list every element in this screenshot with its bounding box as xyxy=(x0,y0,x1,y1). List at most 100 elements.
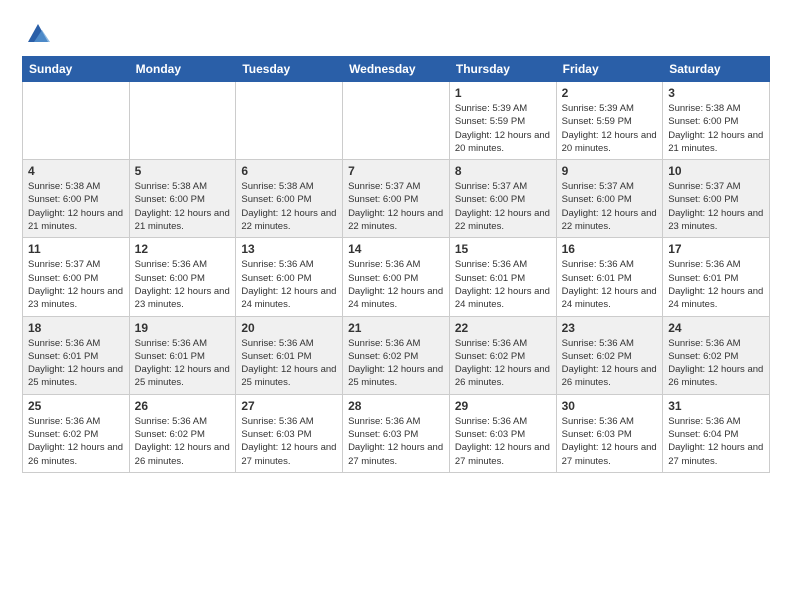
day-number: 3 xyxy=(668,86,764,100)
day-content: Sunrise: 5:36 AM Sunset: 6:03 PM Dayligh… xyxy=(241,415,337,468)
logo xyxy=(22,18,52,46)
day-number: 6 xyxy=(241,164,337,178)
day-number: 25 xyxy=(28,399,124,413)
day-content: Sunrise: 5:38 AM Sunset: 6:00 PM Dayligh… xyxy=(668,102,764,155)
day-number: 20 xyxy=(241,321,337,335)
day-number: 1 xyxy=(455,86,551,100)
calendar-cell: 25 Sunrise: 5:36 AM Sunset: 6:02 PM Dayli… xyxy=(23,394,130,472)
day-number: 18 xyxy=(28,321,124,335)
calendar-cell: 8 Sunrise: 5:37 AM Sunset: 6:00 PM Daylig… xyxy=(449,160,556,238)
day-content: Sunrise: 5:38 AM Sunset: 6:00 PM Dayligh… xyxy=(135,180,231,233)
calendar-header-thursday: Thursday xyxy=(449,57,556,82)
day-number: 17 xyxy=(668,242,764,256)
calendar-header-sunday: Sunday xyxy=(23,57,130,82)
calendar-cell: 7 Sunrise: 5:37 AM Sunset: 6:00 PM Daylig… xyxy=(343,160,450,238)
day-content: Sunrise: 5:36 AM Sunset: 6:01 PM Dayligh… xyxy=(241,337,337,390)
calendar-cell: 24 Sunrise: 5:36 AM Sunset: 6:02 PM Dayli… xyxy=(663,316,770,394)
day-content: Sunrise: 5:36 AM Sunset: 6:03 PM Dayligh… xyxy=(455,415,551,468)
page: SundayMondayTuesdayWednesdayThursdayFrid… xyxy=(0,0,792,491)
day-number: 22 xyxy=(455,321,551,335)
day-content: Sunrise: 5:36 AM Sunset: 6:01 PM Dayligh… xyxy=(28,337,124,390)
calendar-header-tuesday: Tuesday xyxy=(236,57,343,82)
calendar-cell: 26 Sunrise: 5:36 AM Sunset: 6:02 PM Dayli… xyxy=(129,394,236,472)
calendar-cell: 5 Sunrise: 5:38 AM Sunset: 6:00 PM Daylig… xyxy=(129,160,236,238)
calendar-cell: 12 Sunrise: 5:36 AM Sunset: 6:00 PM Dayli… xyxy=(129,238,236,316)
day-number: 28 xyxy=(348,399,444,413)
day-content: Sunrise: 5:36 AM Sunset: 6:00 PM Dayligh… xyxy=(241,258,337,311)
calendar-week-3: 11 Sunrise: 5:37 AM Sunset: 6:00 PM Dayli… xyxy=(23,238,770,316)
day-number: 7 xyxy=(348,164,444,178)
day-content: Sunrise: 5:36 AM Sunset: 6:02 PM Dayligh… xyxy=(28,415,124,468)
calendar-header-friday: Friday xyxy=(556,57,663,82)
calendar-cell: 10Sunrise: 5:37 AM Sunset: 6:00 PM Dayli… xyxy=(663,160,770,238)
day-number: 8 xyxy=(455,164,551,178)
day-number: 29 xyxy=(455,399,551,413)
day-number: 26 xyxy=(135,399,231,413)
day-number: 21 xyxy=(348,321,444,335)
day-content: Sunrise: 5:37 AM Sunset: 6:00 PM Dayligh… xyxy=(28,258,124,311)
day-number: 27 xyxy=(241,399,337,413)
calendar-cell: 9 Sunrise: 5:37 AM Sunset: 6:00 PM Daylig… xyxy=(556,160,663,238)
calendar-cell: 11 Sunrise: 5:37 AM Sunset: 6:00 PM Dayli… xyxy=(23,238,130,316)
calendar-cell xyxy=(23,82,130,160)
day-number: 11 xyxy=(28,242,124,256)
day-content: Sunrise: 5:37 AM Sunset: 6:00 PM Dayligh… xyxy=(348,180,444,233)
logo-icon xyxy=(24,18,52,46)
day-content: Sunrise: 5:36 AM Sunset: 6:02 PM Dayligh… xyxy=(668,337,764,390)
calendar-cell: 28 Sunrise: 5:36 AM Sunset: 6:03 PM Dayli… xyxy=(343,394,450,472)
day-content: Sunrise: 5:36 AM Sunset: 6:04 PM Dayligh… xyxy=(668,415,764,468)
day-number: 31 xyxy=(668,399,764,413)
day-content: Sunrise: 5:37 AM Sunset: 6:00 PM Dayligh… xyxy=(455,180,551,233)
day-content: Sunrise: 5:37 AM Sunset: 6:00 PM Dayligh… xyxy=(562,180,658,233)
calendar-cell xyxy=(343,82,450,160)
calendar-cell: 1Sunrise: 5:39 AM Sunset: 5:59 PM Daylig… xyxy=(449,82,556,160)
calendar-week-2: 4Sunrise: 5:38 AM Sunset: 6:00 PM Daylig… xyxy=(23,160,770,238)
day-content: Sunrise: 5:36 AM Sunset: 6:00 PM Dayligh… xyxy=(348,258,444,311)
calendar-cell xyxy=(236,82,343,160)
calendar-week-5: 25 Sunrise: 5:36 AM Sunset: 6:02 PM Dayli… xyxy=(23,394,770,472)
day-content: Sunrise: 5:36 AM Sunset: 6:01 PM Dayligh… xyxy=(135,337,231,390)
calendar-cell: 17Sunrise: 5:36 AM Sunset: 6:01 PM Dayli… xyxy=(663,238,770,316)
day-content: Sunrise: 5:39 AM Sunset: 5:59 PM Dayligh… xyxy=(562,102,658,155)
day-number: 10 xyxy=(668,164,764,178)
calendar-cell: 15Sunrise: 5:36 AM Sunset: 6:01 PM Dayli… xyxy=(449,238,556,316)
calendar-cell: 2 Sunrise: 5:39 AM Sunset: 5:59 PM Daylig… xyxy=(556,82,663,160)
calendar-week-4: 18 Sunrise: 5:36 AM Sunset: 6:01 PM Dayli… xyxy=(23,316,770,394)
day-content: Sunrise: 5:38 AM Sunset: 6:00 PM Dayligh… xyxy=(241,180,337,233)
day-content: Sunrise: 5:36 AM Sunset: 6:01 PM Dayligh… xyxy=(455,258,551,311)
calendar-cell: 22Sunrise: 5:36 AM Sunset: 6:02 PM Dayli… xyxy=(449,316,556,394)
calendar-header-monday: Monday xyxy=(129,57,236,82)
day-content: Sunrise: 5:36 AM Sunset: 6:02 PM Dayligh… xyxy=(135,415,231,468)
calendar-cell: 18 Sunrise: 5:36 AM Sunset: 6:01 PM Dayli… xyxy=(23,316,130,394)
calendar-cell: 31 Sunrise: 5:36 AM Sunset: 6:04 PM Dayli… xyxy=(663,394,770,472)
calendar-cell: 13 Sunrise: 5:36 AM Sunset: 6:00 PM Dayli… xyxy=(236,238,343,316)
calendar-cell: 30Sunrise: 5:36 AM Sunset: 6:03 PM Dayli… xyxy=(556,394,663,472)
day-content: Sunrise: 5:36 AM Sunset: 6:01 PM Dayligh… xyxy=(562,258,658,311)
day-number: 16 xyxy=(562,242,658,256)
header xyxy=(22,18,770,46)
calendar-cell: 16 Sunrise: 5:36 AM Sunset: 6:01 PM Dayli… xyxy=(556,238,663,316)
calendar-week-1: 1 Sunrise: 5:39 AM Sunset: 5:59 PM Daylig… xyxy=(23,82,770,160)
day-number: 19 xyxy=(135,321,231,335)
calendar-cell: 29 Sunrise: 5:36 AM Sunset: 6:03 PM Dayli… xyxy=(449,394,556,472)
day-number: 2 xyxy=(562,86,658,100)
day-number: 5 xyxy=(135,164,231,178)
day-number: 14 xyxy=(348,242,444,256)
calendar-cell: 4Sunrise: 5:38 AM Sunset: 6:00 PM Daylig… xyxy=(23,160,130,238)
day-content: Sunrise: 5:36 AM Sunset: 6:00 PM Dayligh… xyxy=(135,258,231,311)
day-number: 13 xyxy=(241,242,337,256)
day-content: Sunrise: 5:38 AM Sunset: 6:00 PM Dayligh… xyxy=(28,180,124,233)
calendar-cell: 20 Sunrise: 5:36 AM Sunset: 6:01 PM Dayli… xyxy=(236,316,343,394)
day-content: Sunrise: 5:36 AM Sunset: 6:02 PM Dayligh… xyxy=(562,337,658,390)
calendar-cell: 3 Sunrise: 5:38 AM Sunset: 6:00 PM Daylig… xyxy=(663,82,770,160)
day-content: Sunrise: 5:36 AM Sunset: 6:03 PM Dayligh… xyxy=(562,415,658,468)
calendar-cell: 21 Sunrise: 5:36 AM Sunset: 6:02 PM Dayli… xyxy=(343,316,450,394)
day-content: Sunrise: 5:36 AM Sunset: 6:03 PM Dayligh… xyxy=(348,415,444,468)
day-number: 12 xyxy=(135,242,231,256)
day-content: Sunrise: 5:36 AM Sunset: 6:02 PM Dayligh… xyxy=(348,337,444,390)
calendar-header-wednesday: Wednesday xyxy=(343,57,450,82)
calendar-table: SundayMondayTuesdayWednesdayThursdayFrid… xyxy=(22,56,770,473)
day-number: 9 xyxy=(562,164,658,178)
day-number: 24 xyxy=(668,321,764,335)
calendar-header-row: SundayMondayTuesdayWednesdayThursdayFrid… xyxy=(23,57,770,82)
